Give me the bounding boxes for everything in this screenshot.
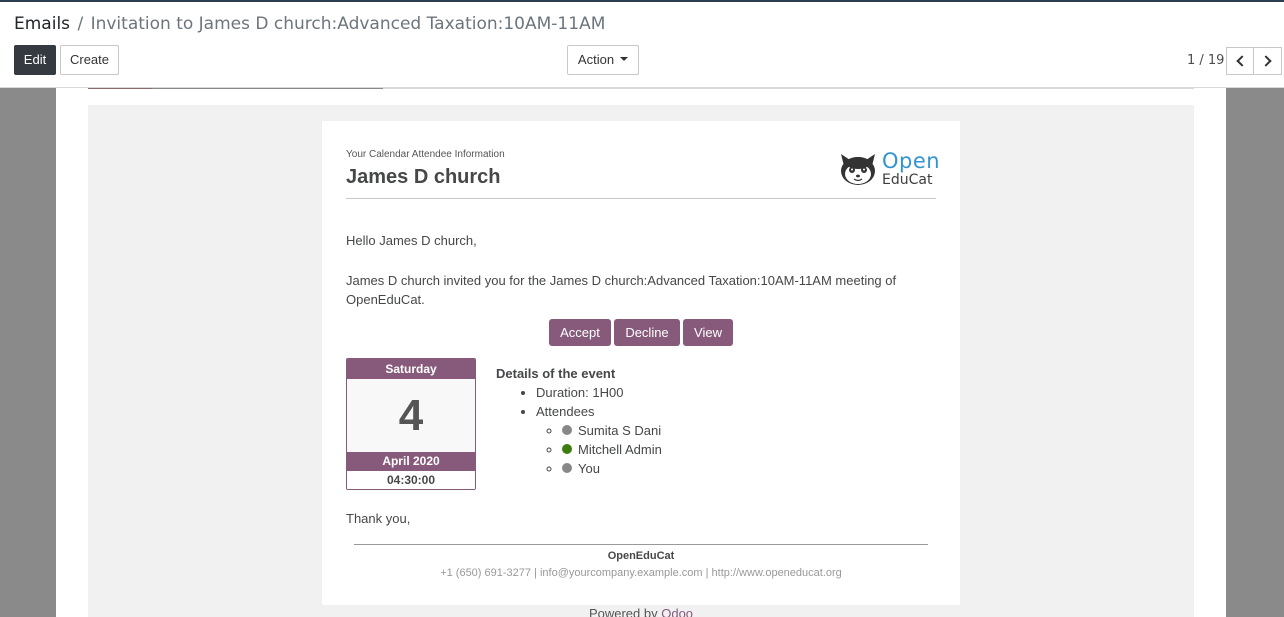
attendee-name: Mitchell Admin <box>578 442 662 457</box>
logo-text-open: Open <box>882 149 941 173</box>
calendar-weekday: Saturday <box>347 359 475 379</box>
breadcrumb-separator: / <box>77 14 84 34</box>
attendee-status-dot-icon <box>562 443 572 454</box>
edit-button[interactable]: Edit <box>14 45 56 75</box>
accept-button[interactable]: Accept <box>549 319 611 346</box>
logo-text-educat: EduCat <box>882 172 933 188</box>
attendee-status-dot-icon <box>562 462 572 473</box>
details-title: Details of the event <box>496 366 616 381</box>
calendar-day-number: 4 <box>347 379 475 452</box>
duration-item: Duration: 1H00 <box>536 383 662 402</box>
attendee-item: You <box>562 459 662 478</box>
powered-by: Powered by Odoo <box>322 606 960 617</box>
control-panel: Emails / Invitation to James D church:Ad… <box>0 2 1284 88</box>
notebook-tab-line <box>152 88 383 89</box>
attendee-name: You <box>578 461 600 476</box>
create-button[interactable]: Create <box>60 45 119 75</box>
recipient-name: James D church <box>346 166 501 188</box>
cat-logo-icon <box>841 154 875 185</box>
view-button[interactable]: View <box>683 319 733 346</box>
odoo-link[interactable]: Odoo <box>661 606 693 617</box>
breadcrumb-current: Invitation to James D church:Advanced Ta… <box>90 14 606 34</box>
footer-contact: +1 (650) 691-3277 | info@yourcompany.exa… <box>440 567 842 579</box>
notebook-tab-line-active <box>88 88 152 89</box>
pager-value[interactable]: 1 / 19 <box>1187 53 1224 68</box>
thanks-text: Thank you, <box>346 511 411 526</box>
calendar-time: 04:30:00 <box>347 471 475 489</box>
event-details: Details of the event Duration: 1H00 Atte… <box>496 364 662 476</box>
greeting-text: Hello James D church, <box>346 233 477 248</box>
attendee-item: Mitchell Admin <box>562 440 662 459</box>
breadcrumb: Emails / Invitation to James D church:Ad… <box>14 14 605 34</box>
email-small-header: Your Calendar Attendee Information <box>346 149 505 160</box>
attendees-list: Sumita S Dani Mitchell Admin You <box>536 421 662 478</box>
footer-company: OpenEduCat <box>607 550 675 562</box>
pager-previous-button[interactable] <box>1226 47 1254 75</box>
header-rule <box>346 198 936 199</box>
openeducat-logo: Open EduCat <box>838 149 941 189</box>
attendee-name: Sumita S Dani <box>578 423 662 438</box>
attendee-status-dot-icon <box>562 424 572 435</box>
breadcrumb-emails-link[interactable]: Emails <box>14 14 70 34</box>
invitation-text: James D church invited you for the James… <box>346 273 897 307</box>
attendee-item: Sumita S Dani <box>562 421 662 440</box>
decline-button[interactable]: Decline <box>614 319 680 346</box>
caret-down-icon <box>620 56 629 61</box>
attendees-item: Attendees Sumita S Dani Mitchell Admin Y… <box>536 402 662 476</box>
action-label: Action <box>577 52 615 67</box>
footer-rule <box>354 544 928 545</box>
pager-next-button[interactable] <box>1254 47 1282 75</box>
details-list: Duration: 1H00 Attendees Sumita S Dani M… <box>496 383 662 476</box>
chevron-left-icon <box>1235 55 1248 67</box>
attendees-label: Attendees <box>536 404 595 419</box>
event-date-calendar: Saturday 4 April 2020 04:30:00 <box>346 358 476 490</box>
powered-by-text: Powered by <box>588 606 658 617</box>
calendar-month-year: April 2020 <box>347 452 475 471</box>
chevron-right-icon <box>1260 55 1272 67</box>
action-dropdown[interactable]: Action <box>567 45 639 75</box>
